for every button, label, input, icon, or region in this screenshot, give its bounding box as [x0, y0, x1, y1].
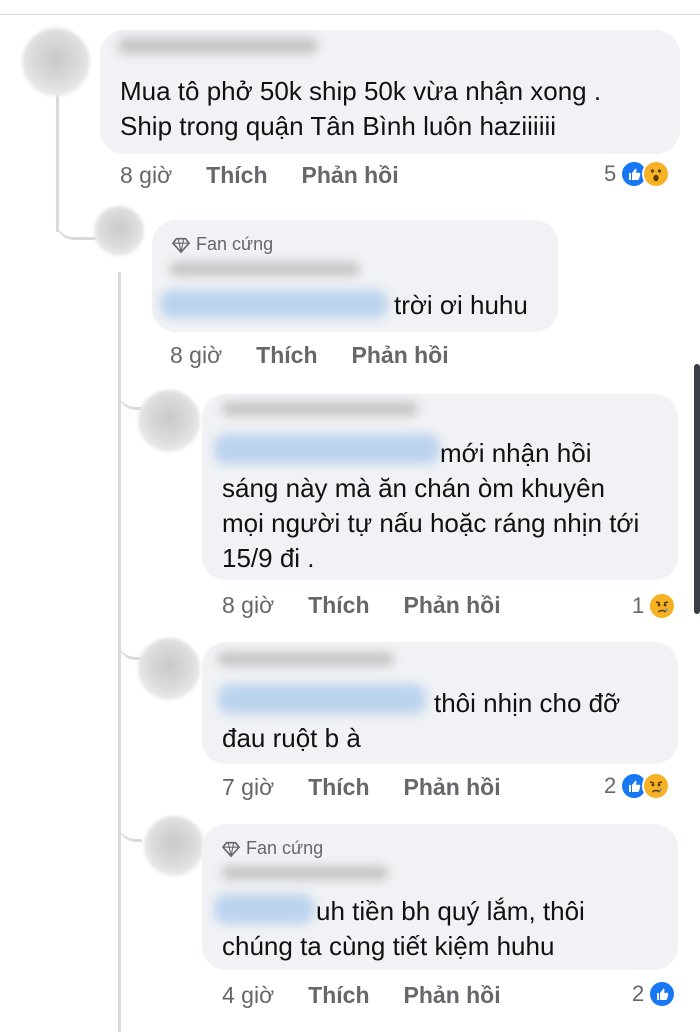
- comment-actions: 7 giờ Thích Phản hồi: [222, 774, 535, 801]
- commenter-name-redacted[interactable]: [118, 38, 318, 54]
- commenter-name-redacted[interactable]: [222, 402, 418, 416]
- avatar[interactable]: [94, 206, 144, 256]
- fan-badge-label: Fan cứng: [196, 234, 274, 254]
- comment-text: trời ơi huhu: [394, 290, 528, 320]
- like-icon: [648, 980, 677, 1008]
- commenter-name-redacted[interactable]: [218, 652, 394, 666]
- timestamp[interactable]: 8 giờ: [170, 342, 222, 369]
- reaction-summary[interactable]: 2: [604, 772, 671, 800]
- fan-badge: Fan cứng: [172, 234, 273, 255]
- fan-badge-label: Fan cứng: [246, 838, 324, 858]
- reply-button[interactable]: Phản hồi: [404, 982, 501, 1009]
- commenter-name-redacted[interactable]: [222, 866, 388, 880]
- comment-actions: 8 giờ Thích Phản hồi: [120, 162, 433, 189]
- reply-button[interactable]: Phản hồi: [404, 774, 501, 801]
- fan-badge: Fan cứng: [222, 838, 323, 859]
- commenter-name-redacted[interactable]: [170, 262, 360, 276]
- reaction-count: 1: [632, 593, 645, 618]
- scrollbar[interactable]: [694, 364, 700, 614]
- reaction-count: 2: [604, 773, 617, 798]
- reaction-summary[interactable]: 1: [632, 592, 677, 620]
- thread-connector-1: [56, 214, 96, 240]
- thread-line-main: [56, 92, 59, 232]
- reaction-summary[interactable]: 2: [632, 980, 677, 1008]
- thread-connector-3: [118, 634, 142, 660]
- comment-text: uh tiền bh quý lắm, thôi chúng ta cùng t…: [222, 896, 585, 961]
- timestamp[interactable]: 4 giờ: [222, 982, 274, 1009]
- wow-icon: [642, 160, 671, 188]
- avatar[interactable]: [138, 638, 200, 700]
- comment-actions: 8 giờ Thích Phản hồi: [170, 342, 483, 369]
- reaction-summary[interactable]: 5: [604, 160, 671, 188]
- timestamp[interactable]: 8 giờ: [120, 162, 172, 189]
- comment-text: mới nhận hồi sáng này mà ăn chán òm khuy…: [222, 438, 640, 573]
- reply-button[interactable]: Phản hồi: [352, 342, 449, 369]
- reaction-count: 5: [604, 161, 617, 186]
- reaction-count: 2: [632, 981, 645, 1006]
- comment-text: thôi nhịn cho đỡ đau ruột b à: [222, 688, 621, 753]
- reply-button[interactable]: Phản hồi: [404, 592, 501, 619]
- avatar[interactable]: [22, 28, 90, 96]
- thread-connector-2: [118, 384, 142, 410]
- like-button[interactable]: Thích: [308, 774, 369, 801]
- avatar[interactable]: [138, 390, 200, 452]
- sad-icon: [642, 772, 671, 800]
- like-button[interactable]: Thích: [206, 162, 267, 189]
- avatar[interactable]: [144, 816, 204, 876]
- comment-actions: 4 giờ Thích Phản hồi: [222, 982, 535, 1009]
- like-button[interactable]: Thích: [308, 592, 369, 619]
- comment-text: Mua tô phở 50k ship 50k vừa nhận xong . …: [120, 76, 602, 141]
- tagged-name-redacted[interactable]: [160, 290, 388, 318]
- thread-connector-4: [118, 816, 142, 842]
- like-button[interactable]: Thích: [256, 342, 317, 369]
- top-divider: [0, 14, 700, 15]
- like-button[interactable]: Thích: [308, 982, 369, 1009]
- sad-icon: [648, 592, 677, 620]
- timestamp[interactable]: 8 giờ: [222, 592, 274, 619]
- diamond-icon: [172, 237, 190, 253]
- reply-button[interactable]: Phản hồi: [302, 162, 399, 189]
- comment-actions: 8 giờ Thích Phản hồi: [222, 592, 535, 619]
- diamond-icon: [222, 841, 240, 857]
- timestamp[interactable]: 7 giờ: [222, 774, 274, 801]
